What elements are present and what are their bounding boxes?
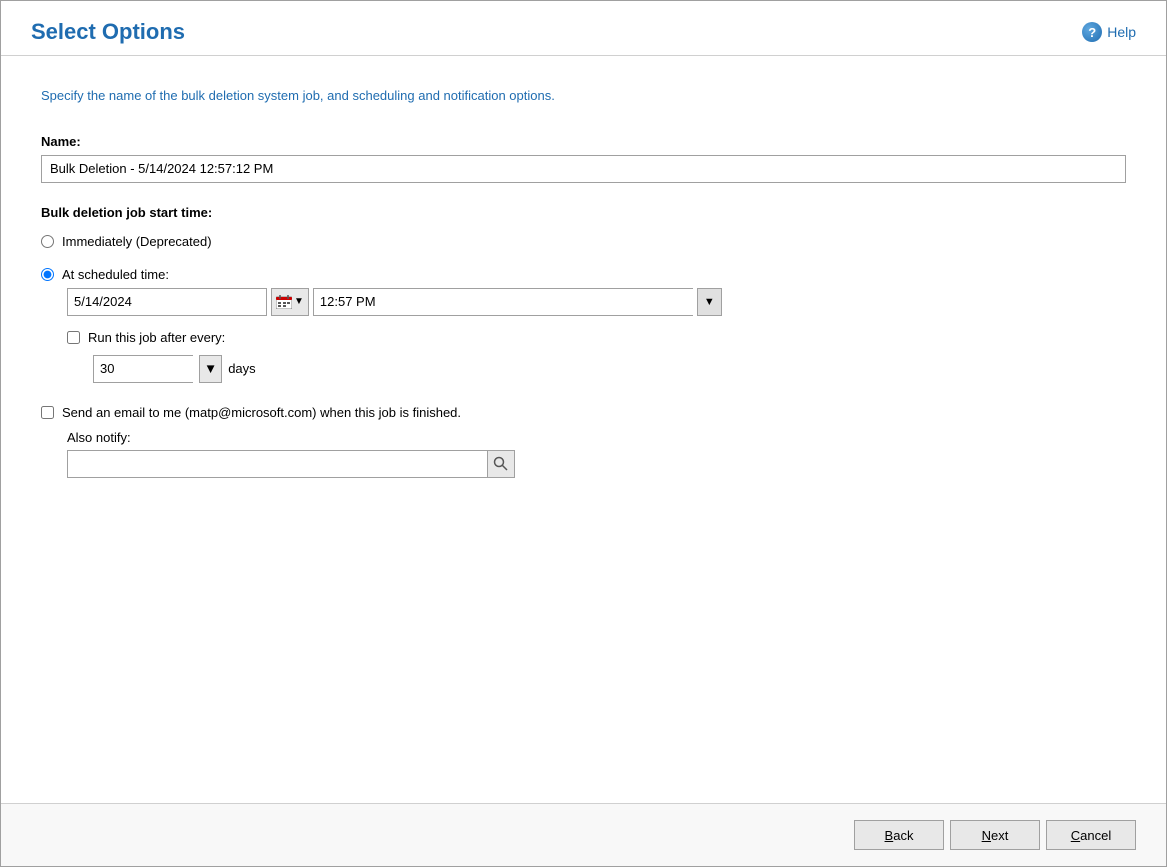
email-label[interactable]: Send an email to me (matp@microsoft.com)… <box>62 405 461 420</box>
cancel-button[interactable]: Cancel <box>1046 820 1136 850</box>
back-label: Back <box>885 828 914 843</box>
run-job-section: Run this job after every: ▼ days <box>67 330 1126 383</box>
date-time-row: ▼ ▼ <box>67 288 1126 316</box>
days-row: ▼ days <box>93 355 1126 383</box>
calendar-icon <box>276 295 292 309</box>
radio-immediately-label[interactable]: Immediately (Deprecated) <box>62 234 212 249</box>
calendar-dropdown-arrow: ▼ <box>294 296 304 307</box>
notify-input-row <box>67 450 1126 478</box>
page-wrapper: Select Options ? Help Specify the name o… <box>0 0 1167 867</box>
start-time-group: Bulk deletion job start time: Immediatel… <box>41 205 1126 383</box>
time-input[interactable] <box>313 288 693 316</box>
notify-search-button[interactable] <box>487 450 515 478</box>
radio-scheduled[interactable] <box>41 268 54 281</box>
radio-immediately[interactable] <box>41 235 54 248</box>
time-dropdown-button[interactable]: ▼ <box>697 288 722 316</box>
send-email-checkbox[interactable] <box>41 406 54 419</box>
footer: Back Next Cancel <box>1 803 1166 866</box>
time-dropdown-arrow: ▼ <box>704 296 715 308</box>
page-title: Select Options <box>31 19 185 45</box>
notify-input[interactable] <box>67 450 487 478</box>
search-icon <box>493 456 509 472</box>
back-button[interactable]: Back <box>854 820 944 850</box>
calendar-button[interactable]: ▼ <box>271 288 309 316</box>
next-label: Next <box>982 828 1009 843</box>
radio-immediately-option: Immediately (Deprecated) <box>41 234 1126 249</box>
page-header: Select Options ? Help <box>1 1 1166 56</box>
days-dropdown-button[interactable]: ▼ <box>199 355 222 383</box>
radio-scheduled-option: At scheduled time: <box>41 267 1126 282</box>
name-label: Name: <box>41 134 1126 149</box>
days-dropdown-arrow: ▼ <box>204 361 217 376</box>
help-label: Help <box>1107 24 1136 40</box>
start-time-label: Bulk deletion job start time: <box>41 205 1126 220</box>
help-icon: ? <box>1082 22 1102 42</box>
radio-scheduled-label[interactable]: At scheduled time: <box>62 267 169 282</box>
help-link[interactable]: ? Help <box>1082 22 1136 42</box>
days-input[interactable] <box>93 355 193 383</box>
next-button[interactable]: Next <box>950 820 1040 850</box>
email-section: Send an email to me (matp@microsoft.com)… <box>41 405 1126 478</box>
date-input[interactable] <box>67 288 267 316</box>
name-input[interactable] <box>41 155 1126 183</box>
description-text: Specify the name of the bulk deletion sy… <box>41 86 1126 106</box>
email-checkbox-row: Send an email to me (matp@microsoft.com)… <box>41 405 1126 420</box>
also-notify-label: Also notify: <box>67 430 1126 445</box>
run-job-checkbox[interactable] <box>67 331 80 344</box>
form-content: Specify the name of the bulk deletion sy… <box>1 56 1166 803</box>
run-job-checkbox-row: Run this job after every: <box>67 330 1126 345</box>
run-job-label[interactable]: Run this job after every: <box>88 330 225 345</box>
cancel-label: Cancel <box>1071 828 1111 843</box>
name-group: Name: <box>41 134 1126 183</box>
days-unit-label: days <box>228 361 255 376</box>
